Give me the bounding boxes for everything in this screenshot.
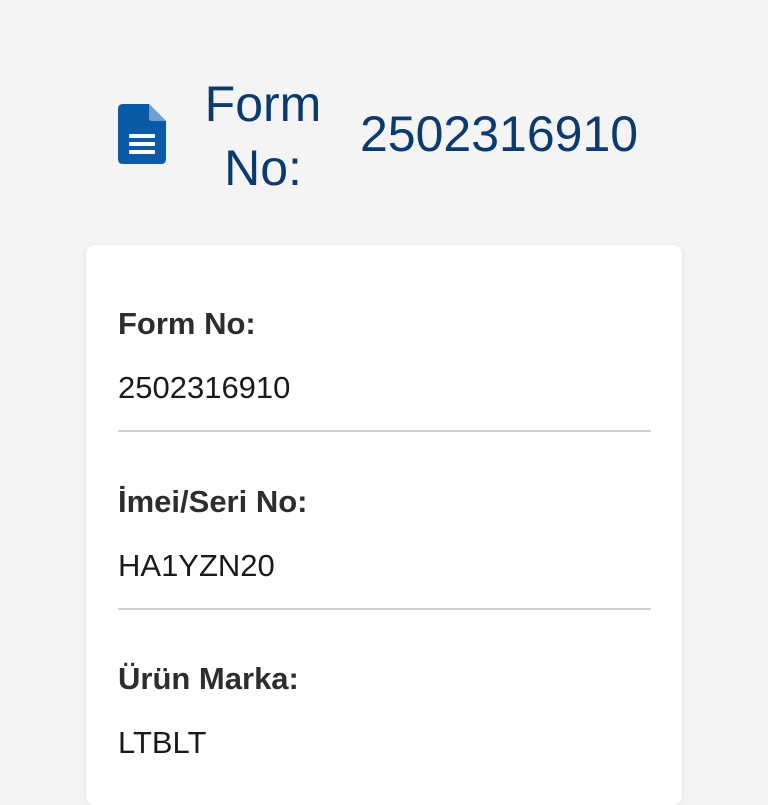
divider [118, 430, 651, 432]
divider [118, 608, 651, 610]
field-value: HA1YZN20 [118, 548, 275, 583]
form-no-heading-label: Form No: [204, 76, 322, 196]
field-label: Ürün Marka: [118, 661, 299, 696]
form-header: Form No: 2502316910 [0, 0, 768, 240]
field-value: 2502316910 [118, 370, 291, 405]
form-no-heading-value: 2502316910 [360, 106, 639, 162]
field-label: İmei/Seri No: [118, 484, 308, 519]
field-label: Form No: [118, 306, 256, 341]
details-card: Form No: 2502316910 İmei/Seri No: HA1YZN… [86, 245, 682, 805]
field-value: LTBLT [118, 725, 207, 760]
document-icon [118, 104, 166, 164]
